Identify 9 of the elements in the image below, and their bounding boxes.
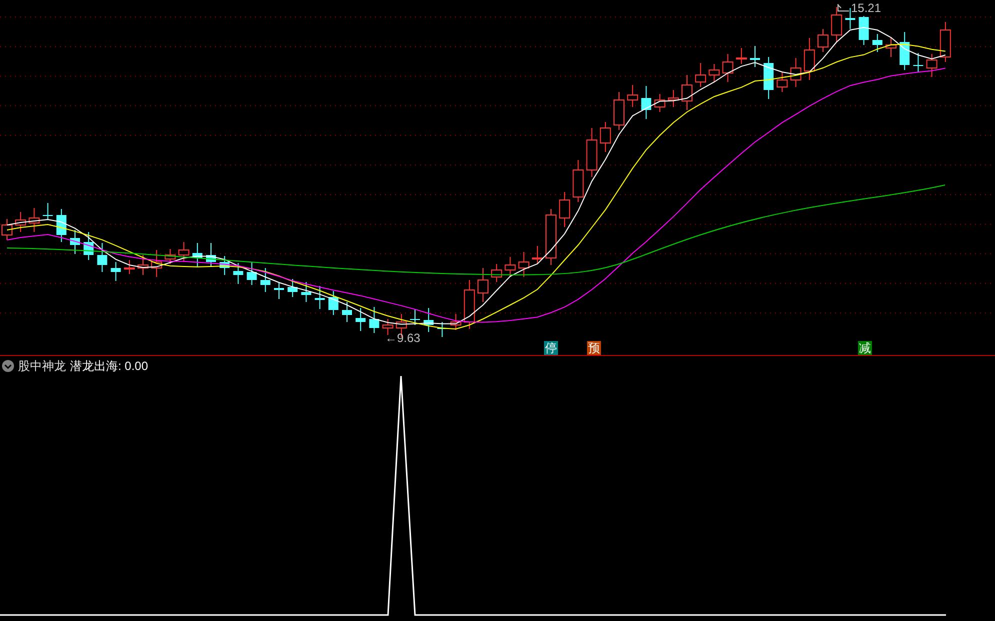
indicator-value-label: 潜龙出海: 0.00	[70, 358, 148, 374]
signal-marker: 停	[544, 341, 558, 355]
collapse-icon[interactable]	[2, 360, 14, 372]
indicator-title: 股中神龙	[18, 358, 66, 374]
signal-marker: 减	[858, 341, 872, 355]
price-high-label: 15.21	[851, 1, 882, 16]
bent-arrow-icon	[836, 4, 850, 14]
price-low-label: ←9.63	[385, 330, 420, 346]
signal-marker: 预	[587, 341, 601, 355]
